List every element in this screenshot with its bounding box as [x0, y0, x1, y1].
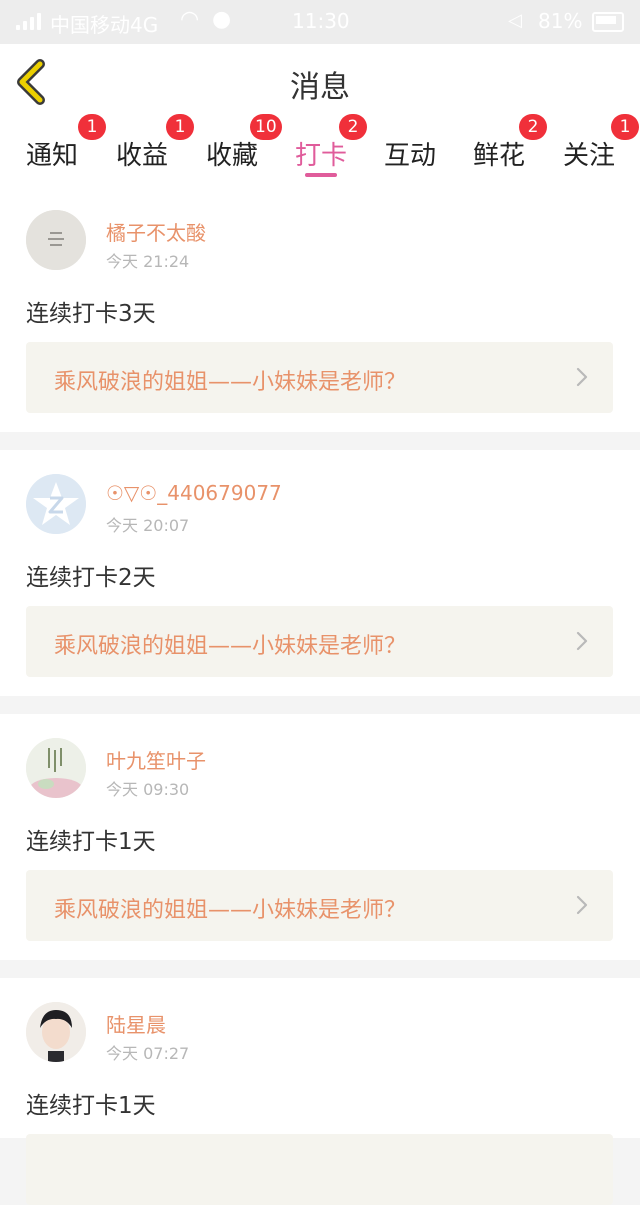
clock: 11:30 [292, 9, 350, 33]
tab-label: 鲜花 [473, 141, 526, 171]
topic-link[interactable]: 乘风破浪的姐姐——小妹妹是老师？ [26, 870, 613, 941]
tab-label: 收藏 [206, 141, 259, 171]
chevron-right-icon [576, 895, 588, 915]
page-title: 消息 [290, 70, 350, 105]
tab-bar: 通知 1 收益 1 收藏 10 打卡 2 互动 鲜花 2 关注 1 [0, 114, 640, 186]
default-avatar-icon [26, 474, 86, 534]
chat-icon: ● [212, 7, 232, 32]
tab-label: 关注 [563, 141, 616, 171]
tab-label: 收益 [116, 141, 169, 171]
checkin-card: ☉▽☉_440679077 今天 20:07 连续打卡2天 乘风破浪的姐姐——小… [0, 450, 640, 696]
checkin-card: 橘子不太酸 今天 21:24 连续打卡3天 乘风破浪的姐姐——小妹妹是老师？ [0, 186, 640, 432]
timestamp: 今天 07:27 [106, 1044, 190, 1063]
mute-icon: ◁ [508, 10, 522, 31]
checkin-message: 连续打卡2天 [26, 565, 156, 591]
avatar[interactable] [26, 738, 86, 798]
battery-percent: 81% [538, 9, 583, 33]
topic-title: 乘风破浪的姐姐——小妹妹是老师？ [54, 634, 407, 659]
avatar-image [26, 210, 86, 270]
unread-badge: 1 [166, 114, 194, 140]
checkin-message: 连续打卡1天 [26, 1093, 156, 1119]
tab-label: 通知 [26, 141, 79, 171]
timestamp: 今天 21:24 [106, 252, 190, 271]
username[interactable]: 叶九笙叶子 [106, 745, 206, 774]
unread-badge: 2 [339, 114, 367, 140]
unread-badge: 1 [78, 114, 106, 140]
avatar-image [26, 738, 86, 798]
wifi-icon: ◠ [180, 7, 200, 32]
tab-label: 打卡 [295, 141, 348, 171]
avatar[interactable] [26, 210, 86, 270]
chevron-right-icon [576, 631, 588, 651]
topic-title: 乘风破浪的姐姐——小妹妹是老师？ [54, 370, 407, 395]
header: 消息 [0, 44, 640, 122]
topic-title: 乘风破浪的姐姐——小妹妹是老师？ [54, 898, 407, 923]
chevron-right-icon [576, 367, 588, 387]
timestamp: 今天 09:30 [106, 780, 190, 799]
tab-label: 互动 [384, 141, 437, 171]
topic-link[interactable]: 乘风破浪的姐姐——小妹妹是老师？ [26, 606, 613, 677]
active-tab-indicator [305, 173, 337, 177]
avatar-image [26, 1002, 86, 1062]
avatar[interactable] [26, 1002, 86, 1062]
topic-link[interactable] [26, 1134, 613, 1205]
timestamp: 今天 20:07 [106, 516, 190, 535]
checkin-message: 连续打卡1天 [26, 829, 156, 855]
unread-badge: 1 [611, 114, 639, 140]
checkin-message: 连续打卡3天 [26, 301, 156, 327]
checkin-card: 叶九笙叶子 今天 09:30 连续打卡1天 乘风破浪的姐姐——小妹妹是老师？ [0, 714, 640, 960]
signal-icon [16, 10, 41, 30]
unread-badge: 2 [519, 114, 547, 140]
checkin-card: 陆星晨 今天 07:27 连续打卡1天 [0, 978, 640, 1205]
username[interactable]: 橘子不太酸 [106, 217, 206, 246]
avatar[interactable] [26, 474, 86, 534]
username[interactable]: 陆星晨 [106, 1009, 166, 1038]
status-bar: 中国移动4G ◠ ● 11:30 ◁ 81% [0, 0, 640, 44]
carrier-label: 中国移动4G [50, 13, 159, 37]
username[interactable]: ☉▽☉_440679077 [106, 481, 282, 505]
topic-link[interactable]: 乘风破浪的姐姐——小妹妹是老师？ [26, 342, 613, 413]
battery-icon [592, 12, 624, 32]
unread-badge: 10 [250, 114, 282, 140]
